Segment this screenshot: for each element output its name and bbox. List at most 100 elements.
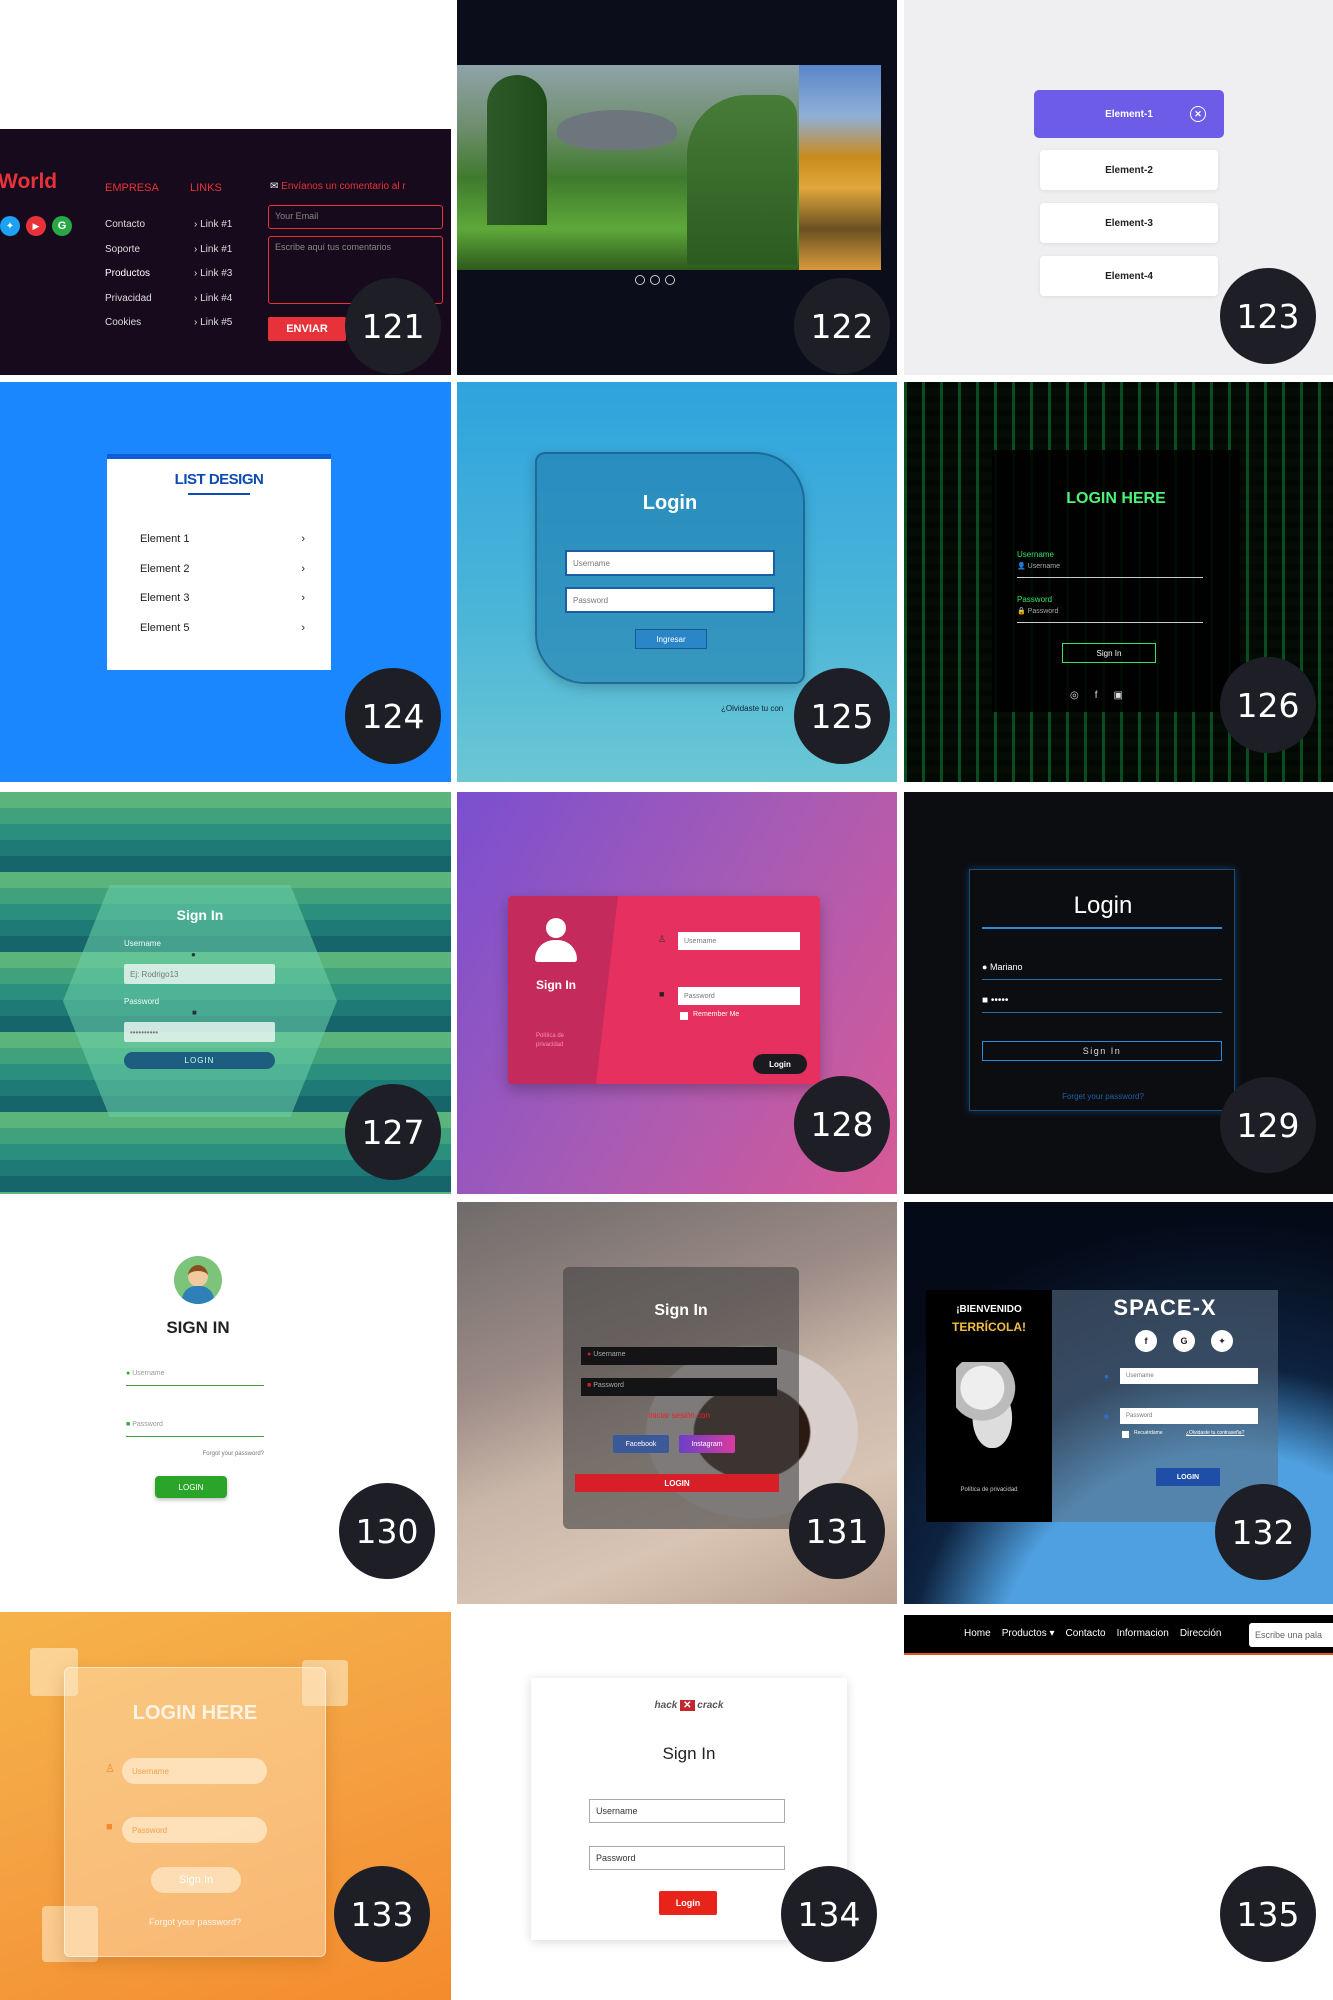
login-button[interactable]: LOGIN — [575, 1474, 779, 1492]
facebook-icon[interactable]: f — [1135, 1330, 1157, 1352]
password-input[interactable]: ■ ••••• — [982, 995, 1222, 1013]
caret-down-icon: ▾ — [1049, 1628, 1055, 1639]
username-input[interactable]: ● Mariano — [982, 962, 1222, 980]
login-button[interactable]: LOGIN — [124, 1052, 275, 1069]
list-row[interactable]: Element 1 › — [140, 525, 305, 555]
footer-link[interactable]: › Link #4 — [194, 287, 232, 312]
policy-link[interactable]: Política de privacidad — [536, 1032, 576, 1050]
carousel-dot[interactable] — [665, 275, 675, 285]
nav-item-contacto[interactable]: Contacto — [1066, 1628, 1106, 1639]
nav-item-home[interactable]: Home — [964, 1628, 991, 1639]
nav-item-direccion[interactable]: Dirección — [1180, 1628, 1222, 1639]
username-input[interactable]: Username — [1120, 1368, 1258, 1384]
username-input[interactable]: 👤 Username — [1017, 562, 1203, 578]
footer-link[interactable]: › Link #1 — [194, 238, 232, 263]
policy-link[interactable]: Política de privacidad — [926, 1487, 1052, 1493]
footer-link[interactable]: Soporte — [105, 238, 152, 263]
list-item[interactable]: Element-3 — [1040, 203, 1218, 243]
signin-button[interactable]: Sign In — [982, 1041, 1222, 1061]
facebook-button[interactable]: Facebook — [613, 1435, 669, 1453]
username-input[interactable]: Username — [565, 550, 775, 576]
signin-button[interactable]: Sign In — [1062, 643, 1156, 663]
tile-number-badge: 124 — [345, 668, 441, 764]
nav-item-informacion[interactable]: Informacion — [1117, 1628, 1169, 1639]
welcome-title: ¡BIENVENIDO — [956, 1304, 1022, 1315]
login-title: LOGIN HERE — [1066, 490, 1166, 507]
list-row[interactable]: Element 3 › — [140, 584, 305, 614]
password-input[interactable]: 🔒 Password — [1017, 607, 1203, 623]
submit-button[interactable]: ENVIAR — [268, 317, 346, 341]
forgot-link[interactable]: Forgot your password? — [184, 1451, 264, 1457]
nav-links: Home Productos ▾ Contacto Informacion Di… — [964, 1628, 1222, 1639]
footer-link[interactable]: › Link #3 — [194, 262, 232, 287]
whatsapp-icon[interactable]: ◎ — [1070, 690, 1079, 701]
list-row[interactable]: Element 2 › — [140, 555, 305, 585]
envelope-icon: ✉ — [270, 181, 279, 192]
list-item[interactable]: Element-4 — [1040, 256, 1218, 296]
waterfall-cliff — [487, 75, 547, 225]
lock-icon: ■ — [126, 1421, 131, 1428]
tile-131: Sign In ● Username ■ Password Iniciar se… — [457, 1202, 897, 1604]
tile-122: 122 — [457, 0, 897, 375]
twitter-icon[interactable]: ✦ — [1211, 1330, 1233, 1352]
footer-link[interactable]: Privacidad — [105, 287, 152, 312]
login-button[interactable]: Login — [659, 1891, 717, 1915]
close-circle-icon[interactable]: ✕ — [1190, 106, 1206, 122]
carousel-dot[interactable] — [635, 275, 645, 285]
twitter-icon[interactable]: ✦ — [0, 216, 20, 236]
login-title: LOGIN HERE — [132, 1702, 258, 1724]
password-input[interactable]: Password — [1120, 1408, 1258, 1424]
password-input[interactable]: Password — [589, 1846, 785, 1870]
footer-link[interactable]: › Link #5 — [194, 311, 232, 336]
user-icon: 👤 — [1017, 563, 1026, 570]
footer-link[interactable]: › Link #1 — [194, 213, 232, 238]
chevron-right-icon: › — [301, 621, 305, 634]
username-input[interactable]: ● Username — [126, 1370, 264, 1386]
carousel-dot[interactable] — [650, 275, 660, 285]
password-input[interactable]: Password — [565, 587, 775, 613]
submit-button[interactable]: Ingresar — [635, 629, 707, 649]
tile-number-badge: 121 — [345, 278, 441, 374]
col-empresa-title: EMPRESA — [105, 182, 159, 194]
username-input[interactable]: ● Username — [581, 1347, 777, 1365]
email-input[interactable]: Your Email — [268, 205, 443, 229]
username-input[interactable]: Username — [122, 1758, 267, 1784]
footer-link[interactable]: Cookies — [105, 311, 152, 336]
login-button[interactable]: LOGIN — [1156, 1468, 1220, 1486]
youtube-icon[interactable]: ▶ — [26, 216, 46, 236]
list-item[interactable]: Element-2 — [1040, 150, 1218, 190]
password-input[interactable]: Password — [678, 987, 800, 1005]
password-input[interactable]: ■ Password — [581, 1378, 777, 1396]
signin-button[interactable]: Sign In — [151, 1867, 241, 1893]
forgot-link[interactable]: Forget your password? — [970, 1092, 1236, 1101]
list-row[interactable]: Element 5 › — [140, 614, 305, 644]
google-icon[interactable]: G — [1173, 1330, 1195, 1352]
list-item-active[interactable]: Element-1 ✕ — [1034, 90, 1224, 138]
footer-link[interactable]: Productos — [105, 262, 152, 287]
remember-checkbox[interactable] — [680, 1012, 688, 1020]
tile-124: LIST DESIGN Element 1 › Element 2 › Elemen… — [0, 382, 451, 782]
remember-checkbox[interactable] — [1122, 1431, 1129, 1438]
login-button[interactable]: Login — [753, 1054, 807, 1074]
password-input[interactable]: ■ Password — [126, 1421, 264, 1437]
username-input[interactable]: Ej: Rodrigo13 — [124, 964, 275, 984]
forgot-link[interactable]: Forgot your password? — [64, 1917, 326, 1927]
forgot-link[interactable]: ¿Olvidaste tu contraseña? — [1186, 1430, 1244, 1436]
instagram-button[interactable]: Instagram — [679, 1435, 735, 1453]
remember-label: Recuérdame — [1134, 1430, 1163, 1436]
username-input[interactable]: Username — [589, 1799, 785, 1823]
login-button[interactable]: LOGIN — [155, 1476, 227, 1498]
instagram-icon[interactable]: ▣ — [1114, 690, 1123, 701]
list-rows: Element 1 › Element 2 › Element 3 › Element… — [140, 525, 305, 643]
nav-item-productos[interactable]: Productos ▾ — [1002, 1628, 1055, 1639]
footer-link[interactable]: Contacto — [105, 213, 152, 238]
username-input[interactable]: Username — [678, 932, 800, 950]
google-icon[interactable]: G — [52, 216, 72, 236]
password-input[interactable]: •••••••••• — [124, 1022, 275, 1042]
brand-text: World — [0, 170, 58, 193]
facebook-icon[interactable]: f — [1095, 690, 1098, 701]
search-input[interactable]: Escribe una pala — [1249, 1623, 1333, 1647]
password-input[interactable]: Password — [122, 1817, 267, 1843]
forgot-link[interactable]: ¿Olvidaste tu con — [721, 704, 783, 713]
tile-number-badge: 122 — [794, 278, 890, 374]
